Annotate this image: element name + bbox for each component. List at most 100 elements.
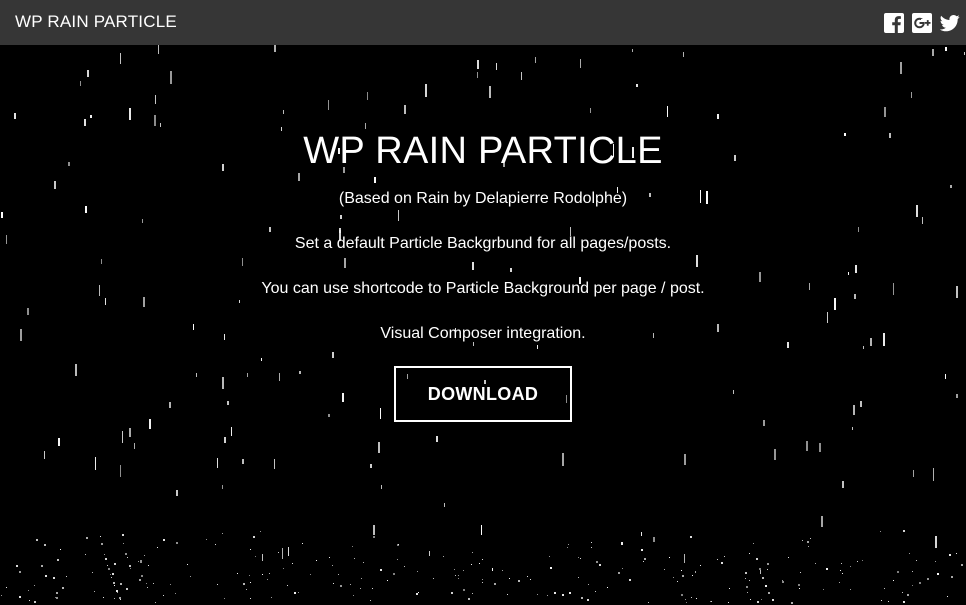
rain-splash [85,554,86,555]
rain-drop [299,371,301,374]
hero-credit-line: (Based on Rain by Delapierre Rodolphe) [338,190,628,207]
rain-splash [842,573,843,574]
rain-drop [381,485,382,489]
rain-drop [129,428,131,437]
rain-drop [429,551,430,556]
rain-splash [92,572,93,573]
rain-drop [806,441,808,451]
google-plus-icon[interactable] [912,13,932,33]
rain-splash [302,543,303,544]
rain-drop [373,525,375,535]
rain-drop [900,62,902,74]
rain-drop [717,114,719,119]
rain-splash [163,595,164,596]
rain-splash [292,563,293,564]
rain-splash [472,552,473,553]
rain-splash [695,571,696,572]
rain-drop [853,405,855,415]
rain-splash [692,575,693,576]
rain-splash [19,571,21,573]
rain-splash [190,576,191,577]
rain-splash [19,596,21,598]
rain-drop [340,215,342,219]
rain-drop [224,437,226,443]
rain-drop [683,52,684,57]
rain-splash [578,557,579,558]
rain-splash [250,549,251,550]
rain-splash [110,574,111,575]
rain-splash [961,564,963,566]
rain-drop [129,108,131,120]
rain-splash [482,582,483,583]
rain-drop [945,47,947,51]
rain-splash [839,582,840,583]
rain-drop [489,86,491,98]
rain-drop [580,59,581,68]
rain-drop [863,346,864,349]
rain-splash [909,553,910,554]
rain-drop [733,390,734,394]
rain-splash [721,562,723,564]
rain-splash [549,556,550,557]
rain-drop [247,373,248,377]
rain-splash [34,601,36,603]
rain-drop [84,119,86,126]
rain-splash [629,579,631,581]
rain-splash [768,592,770,594]
rain-splash [222,533,223,534]
twitter-icon[interactable] [940,13,960,33]
rain-drop [149,419,151,429]
download-button[interactable]: DOWNLOAD [394,366,572,422]
rain-splash [113,582,115,584]
rain-drop [262,554,263,561]
brand-link[interactable]: WP RAIN PARTICLE [15,12,177,32]
rain-splash [690,536,692,538]
rain-splash [729,588,730,589]
rain-drop [120,465,121,477]
rain-drop [521,72,522,80]
rain-drop [274,45,276,52]
rain-drop [196,373,197,377]
rain-splash [36,539,38,541]
rain-splash [927,578,929,580]
rain-splash [237,573,238,574]
rain-drop [834,298,836,310]
rain-splash [700,565,701,566]
rain-splash [393,573,395,575]
rain-splash [587,599,589,601]
rain-drop [827,312,828,323]
rain-splash [454,569,455,570]
rain-splash [56,592,58,594]
rain-drop [913,470,914,477]
rain-splash [622,568,623,569]
rain-splash [782,580,783,581]
rain-splash [250,598,251,599]
rain-splash [269,573,270,574]
rain-drop [170,71,172,84]
rain-splash [685,599,686,600]
rain-drop [380,408,381,419]
rain-splash [126,588,128,590]
rain-splash [881,600,882,601]
rain-drop [242,258,243,266]
rain-drop [653,537,655,542]
rain-splash [607,587,608,588]
facebook-icon[interactable] [884,13,904,33]
rain-splash [903,601,904,602]
rain-splash [28,590,29,591]
rain-drop [374,177,376,183]
rain-splash [66,576,67,577]
rain-splash [363,562,364,563]
rain-splash [116,590,118,592]
rain-splash [253,536,255,538]
rain-drop [860,401,862,407]
rain-splash [157,547,158,548]
rain-splash [373,536,375,538]
rain-splash [717,559,718,560]
rain-splash [482,559,483,560]
rain-splash [271,597,272,598]
rain-drop [279,373,280,381]
rain-splash [753,543,754,544]
rain-drop [160,123,161,127]
rain-splash [278,552,279,553]
